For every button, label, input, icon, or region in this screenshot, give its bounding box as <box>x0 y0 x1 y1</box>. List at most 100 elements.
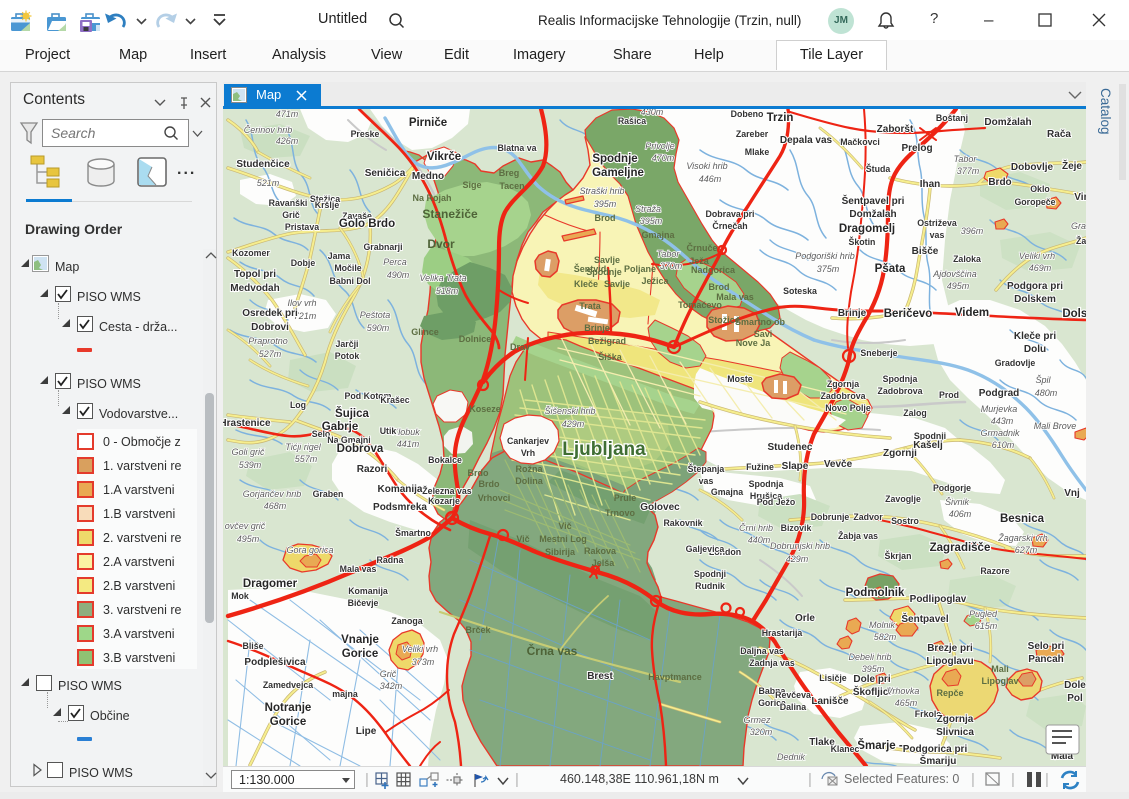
svg-text:Besnica: Besnica <box>1000 513 1045 525</box>
svg-text:627m: 627m <box>1015 545 1038 555</box>
svg-text:Hrastarija: Hrastarija <box>762 628 803 638</box>
svg-text:Tabor: Tabor <box>657 249 681 259</box>
svg-text:Črnuče: Črnuče <box>686 242 717 253</box>
svg-text:Savlje: Savlje <box>594 255 620 265</box>
svg-text:Vrhovka: Vrhovka <box>887 686 920 696</box>
svg-text:Praprotno: Praprotno <box>248 336 288 346</box>
svg-text:Ostriževa: Ostriževa <box>917 218 957 228</box>
svg-text:429m: 429m <box>562 419 585 429</box>
svg-text:610m: 610m <box>992 440 1015 450</box>
svg-text:Privolje: Privolje <box>645 141 675 151</box>
svg-text:Ajdovščina: Ajdovščina <box>932 269 977 279</box>
svg-text:Kašelj: Kašelj <box>913 440 943 451</box>
svg-text:Vič: Vič <box>558 521 571 531</box>
svg-text:429m: 429m <box>786 554 809 564</box>
svg-text:Pod Ježo: Pod Ježo <box>757 497 796 507</box>
svg-text:395m: 395m <box>640 216 663 226</box>
svg-text:Gorjančev hrib: Gorjančev hrib <box>243 489 302 499</box>
svg-text:Ježica: Ježica <box>641 276 669 286</box>
svg-text:Mok: Mok <box>231 591 249 601</box>
svg-text:Brod: Brod <box>595 213 616 223</box>
svg-text:Poljane: Poljane <box>624 264 656 274</box>
svg-text:430m: 430m <box>641 109 664 117</box>
svg-text:Blatna va: Blatna va <box>497 143 536 153</box>
svg-text:vas: vas <box>699 476 714 486</box>
svg-text:Vin: Vin <box>1074 192 1086 203</box>
svg-text:Podgrad: Podgrad <box>979 388 1020 399</box>
svg-text:Jama: Jama <box>328 251 351 261</box>
svg-text:Koseze: Koseze <box>469 404 501 414</box>
svg-text:Ljubljana: Ljubljana <box>562 439 646 460</box>
svg-text:Dolsk: Dolsk <box>1062 308 1086 320</box>
svg-text:Seničica: Seničica <box>365 168 406 179</box>
svg-text:Šmartno ob: Šmartno ob <box>735 316 786 327</box>
svg-text:Dvor: Dvor <box>427 237 455 251</box>
svg-text:443m: 443m <box>991 416 1014 426</box>
svg-text:Dobrunje: Dobrunje <box>811 512 850 522</box>
svg-text:Bokalce: Bokalce <box>428 455 462 465</box>
svg-text:Čerinov hrib: Čerinov hrib <box>244 125 293 135</box>
svg-text:Vevče: Vevče <box>824 459 853 470</box>
svg-text:Rudnik: Rudnik <box>695 581 725 591</box>
svg-text:446m: 446m <box>699 174 722 184</box>
svg-text:Gradi: Gradi <box>1071 221 1086 231</box>
svg-text:375m: 375m <box>817 264 840 274</box>
svg-text:Rožna: Rožna <box>516 464 544 474</box>
svg-text:Mestni Log: Mestni Log <box>539 534 587 544</box>
svg-text:Gorice: Gorice <box>342 648 378 660</box>
svg-text:Črnečah: Črnečah <box>712 220 747 231</box>
svg-text:Dobeno: Dobeno <box>731 109 764 119</box>
svg-text:Slivnica: Slivnica <box>936 727 974 738</box>
svg-text:Veliki vrh: Veliki vrh <box>402 644 438 654</box>
svg-text:Velika Trata: Velika Trata <box>419 273 466 283</box>
svg-text:Pol: Pol <box>1067 693 1083 704</box>
svg-text:Brest: Brest <box>587 671 613 682</box>
svg-text:Šmariju: Šmariju <box>920 754 957 766</box>
svg-text:Na Rojah: Na Rojah <box>412 193 451 203</box>
svg-text:Pristava: Pristava <box>285 222 319 232</box>
svg-text:Žabja vas: Žabja vas <box>838 530 878 541</box>
svg-text:Vič: Vič <box>516 534 529 544</box>
svg-text:Osredek pri: Osredek pri <box>242 308 298 319</box>
svg-text:Brezje pri: Brezje pri <box>927 643 973 654</box>
svg-text:Spodnje: Spodnje <box>586 267 622 277</box>
svg-text:Oklo: Oklo <box>1030 184 1050 194</box>
svg-text:Brdo: Brdo <box>468 468 489 478</box>
svg-text:495m: 495m <box>237 534 260 544</box>
svg-text:Rašica: Rašica <box>618 116 646 126</box>
svg-text:Gora gorica: Gora gorica <box>286 545 333 555</box>
svg-text:Črna vas: Črna vas <box>527 643 578 658</box>
svg-text:Dobovlje: Dobovlje <box>1011 162 1054 173</box>
svg-text:Pirniče: Pirniče <box>409 117 447 129</box>
svg-text:Črni hrib: Črni hrib <box>739 523 773 533</box>
svg-text:Zavoglje: Zavoglje <box>885 494 921 504</box>
svg-text:Graben: Graben <box>313 489 344 499</box>
svg-text:Brinje: Brinje <box>584 323 610 333</box>
svg-text:Domžalah: Domžalah <box>984 117 1031 128</box>
svg-text:Zadobrova: Zadobrova <box>878 386 923 396</box>
svg-text:Kleče pri: Kleče pri <box>1014 331 1056 342</box>
svg-text:Bišče: Bišče <box>912 246 939 257</box>
svg-text:Gmajna: Gmajna <box>711 487 743 497</box>
svg-text:Gradovlje: Gradovlje <box>995 358 1036 368</box>
svg-text:Lipe: Lipe <box>356 726 377 737</box>
svg-text:Radna: Radna <box>377 555 404 565</box>
svg-text:395m: 395m <box>594 199 617 209</box>
svg-text:Drav: Drav <box>510 342 530 352</box>
svg-text:Dobrunjski hrib: Dobrunjski hrib <box>770 541 830 551</box>
svg-text:Havptmance: Havptmance <box>648 672 702 682</box>
svg-text:Videm: Videm <box>955 307 989 319</box>
svg-text:Dednik: Dednik <box>777 752 806 762</box>
svg-text:495m: 495m <box>947 281 970 291</box>
svg-text:Brdo: Brdo <box>479 479 500 489</box>
svg-text:Zadnja vas: Zadnja vas <box>749 658 795 668</box>
svg-text:527m: 527m <box>259 349 282 359</box>
svg-text:Zaboršt: Zaboršt <box>877 124 914 135</box>
svg-text:539m: 539m <box>239 460 262 470</box>
svg-text:406m: 406m <box>949 509 972 519</box>
svg-text:Zagradišče: Zagradišče <box>930 542 991 554</box>
svg-text:Podlipoglav: Podlipoglav <box>910 594 967 605</box>
svg-text:Soteska: Soteska <box>783 286 817 296</box>
svg-text:Komanija: Komanija <box>348 586 388 596</box>
svg-text:Ilov vrh: Ilov vrh <box>287 298 316 308</box>
